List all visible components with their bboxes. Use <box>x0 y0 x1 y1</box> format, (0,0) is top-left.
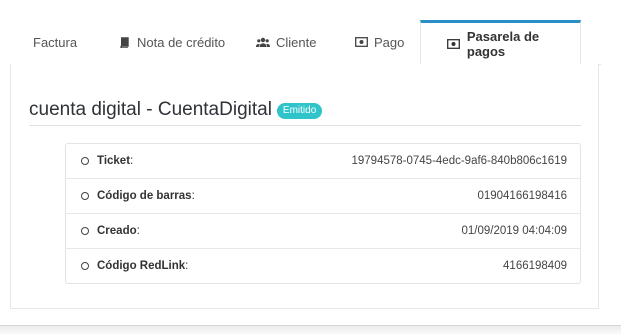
money-icon <box>447 38 461 50</box>
users-icon <box>256 36 270 48</box>
tab-label: Pasarela de pagos <box>466 28 540 59</box>
detail-label: Código de barras <box>97 190 192 202</box>
tab-pasarela-de-pagos[interactable]: Pasarela de pagos <box>420 20 581 65</box>
tab-factura[interactable]: Factura <box>33 20 77 64</box>
detail-label: Ticket <box>97 155 131 167</box>
circle-icon <box>81 192 89 200</box>
detail-value: 01904166198416 <box>477 190 567 202</box>
status-badge: Emitido <box>276 103 323 119</box>
tab-nota-de-credito[interactable]: Nota de crédito <box>117 20 225 64</box>
page-header: cuenta digital - CuentaDigital Emitido <box>29 99 581 126</box>
page-title: cuenta digital - CuentaDigital <box>29 99 272 120</box>
list-item-codigo-de-barras: Código de barras: 01904166198416 <box>66 178 580 213</box>
detail-label: Código RedLink <box>97 260 186 272</box>
details-list: Ticket: 19794578-0745-4edc-9af6-840b806c… <box>65 143 581 284</box>
money-icon <box>354 36 368 48</box>
tab-label: Nota de crédito <box>137 34 226 50</box>
circle-icon <box>81 157 89 165</box>
tab-label: Factura <box>33 34 78 50</box>
list-item-creado: Creado: 01/09/2019 04:04:09 <box>66 213 580 248</box>
tab-bar: Factura Nota de crédito Cliente Pago Pas… <box>10 20 601 65</box>
list-item-codigo-redlink: Código RedLink: 4166198409 <box>66 248 580 283</box>
book-icon <box>117 36 131 48</box>
list-item-ticket: Ticket: 19794578-0745-4edc-9af6-840b806c… <box>66 144 580 178</box>
detail-label: Creado <box>97 225 137 237</box>
detail-value: 19794578-0745-4edc-9af6-840b806c1619 <box>351 155 568 167</box>
tab-pago[interactable]: Pago <box>354 20 404 64</box>
detail-value: 4166198409 <box>503 260 567 272</box>
tab-cliente[interactable]: Cliente <box>256 20 316 64</box>
detail-value: 01/09/2019 04:04:09 <box>461 225 567 237</box>
tab-label: Pago <box>374 34 405 50</box>
circle-icon <box>81 227 89 235</box>
tab-label: Cliente <box>276 34 317 50</box>
circle-icon <box>81 262 89 270</box>
